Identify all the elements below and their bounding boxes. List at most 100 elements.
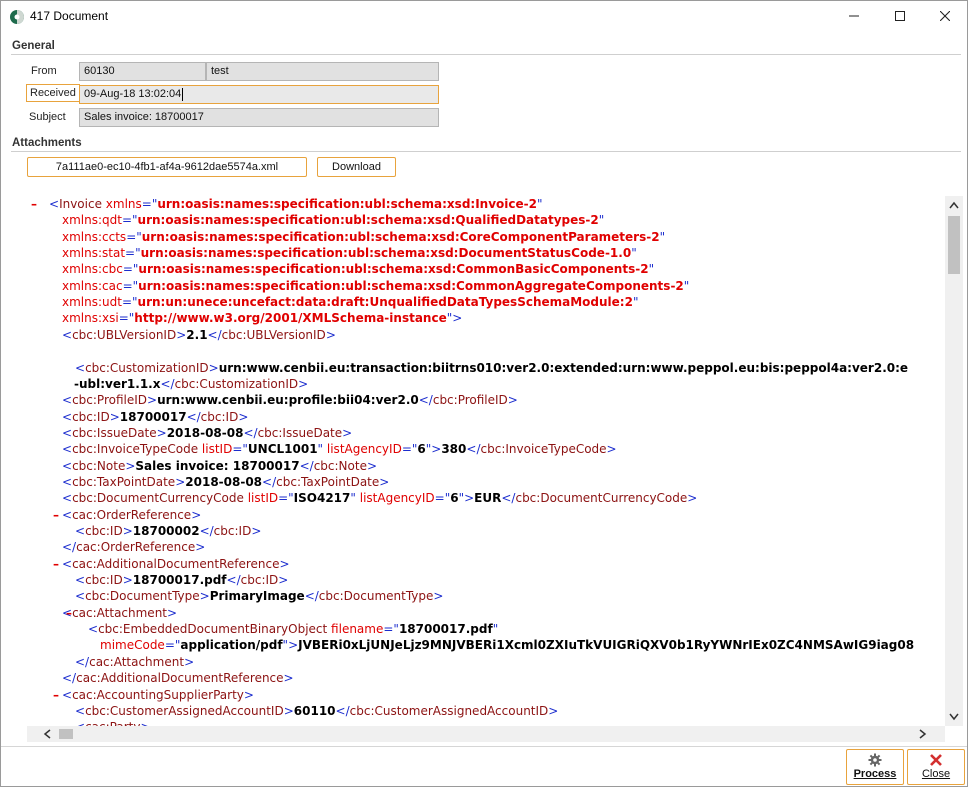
- xml-token: <: [75, 703, 86, 718]
- general-divider: [11, 54, 961, 55]
- xml-line: mimeCode="application/pdf">JVBERi0xLjUNJ…: [100, 637, 914, 653]
- xml-token: cac:AdditionalDocumentReference: [76, 671, 284, 686]
- xml-token: urn:oasis:names:specification:ubl:schema…: [137, 213, 599, 228]
- document-window: 417 Document General From 60130 test Rec…: [0, 0, 968, 787]
- vertical-scroll-thumb[interactable]: [948, 216, 960, 274]
- xml-collapse-toggle[interactable]: –: [51, 556, 61, 572]
- chevron-up-icon: [949, 201, 959, 209]
- from-code-field[interactable]: 60130: [79, 62, 206, 81]
- xml-token: cac:AdditionalDocumentReference: [72, 556, 280, 571]
- xml-token: <: [62, 458, 73, 473]
- xml-collapse-toggle[interactable]: –: [29, 196, 39, 212]
- xml-token: <: [62, 491, 73, 506]
- xml-token: ": [659, 229, 666, 244]
- xml-collapse-toggle[interactable]: –: [51, 507, 61, 523]
- xml-line: <cbc:CustomerAssignedAccountID>60110</cb…: [75, 703, 558, 719]
- subject-label: Subject: [29, 111, 66, 123]
- process-button[interactable]: Process: [846, 749, 904, 785]
- maximize-button[interactable]: [877, 1, 923, 31]
- xml-token: >: [507, 393, 518, 408]
- xml-token: cbc:Note: [313, 458, 367, 473]
- xml-token: 18700017: [119, 409, 187, 424]
- xml-token: =": [383, 622, 399, 637]
- xml-token: </: [243, 425, 258, 440]
- horizontal-scroll-thumb[interactable]: [59, 729, 73, 739]
- window-close-button[interactable]: [922, 1, 968, 31]
- xml-token: =": [121, 213, 138, 228]
- xml-token: =": [401, 442, 418, 457]
- xml-token: xmlns:cac: [62, 278, 123, 293]
- xml-token: cbc:UBLVersionID: [72, 327, 177, 342]
- xml-token: >: [548, 703, 559, 718]
- xml-token: listAgencyID: [355, 491, 435, 506]
- xml-token: >: [122, 573, 133, 588]
- xml-token: =": [118, 311, 135, 326]
- xml-token: cbc:EmbeddedDocumentBinaryObject: [98, 622, 328, 637]
- title-bar[interactable]: 417 Document: [1, 1, 967, 31]
- xml-token: UNCL1001: [247, 442, 318, 457]
- footer-divider: [1, 746, 967, 747]
- received-label: Received: [26, 84, 80, 102]
- xml-token: application/pdf: [180, 638, 283, 653]
- xml-token: <: [75, 524, 86, 538]
- scroll-right-button[interactable]: [915, 726, 931, 742]
- xml-token: =": [232, 442, 248, 457]
- xml-token: 6: [450, 491, 459, 506]
- xml-token: ">: [458, 491, 475, 506]
- subject-field[interactable]: Sales invoice: 18700017: [79, 108, 439, 127]
- xml-token: EUR: [474, 491, 502, 506]
- xml-collapse-toggle[interactable]: –: [64, 605, 74, 621]
- scroll-up-button[interactable]: [945, 196, 963, 214]
- horizontal-scrollbar[interactable]: [27, 726, 945, 742]
- xml-token: ": [492, 622, 499, 637]
- xml-token: cac:Attachment: [89, 654, 185, 669]
- scroll-left-button[interactable]: [39, 726, 55, 742]
- xml-line: xmlns:ccts="urn:oasis:names:specificatio…: [62, 229, 665, 245]
- xml-token: >: [175, 474, 186, 489]
- close-button[interactable]: Close: [907, 749, 965, 785]
- xml-line: <cac:Party>: [75, 719, 151, 726]
- xml-token: ": [598, 213, 605, 228]
- xml-token: cbc:InvoiceTypeCode: [72, 442, 199, 457]
- xml-token: </: [335, 703, 350, 718]
- xml-token: urn:www.cenbii.eu:profile:bii04:ver2.0: [157, 393, 419, 408]
- xml-token: ISO4217: [293, 491, 351, 506]
- xml-collapse-toggle[interactable]: –: [51, 687, 61, 703]
- xml-token: urn:oasis:names:specification:ubl:schema…: [138, 278, 684, 293]
- received-field[interactable]: 09-Aug-18 13:02:04: [79, 85, 439, 104]
- xml-token: </: [62, 671, 77, 686]
- minimize-button[interactable]: [831, 1, 877, 31]
- xml-token: cac:AccountingSupplierParty: [72, 687, 244, 702]
- xml-token: cbc:TaxPointDate: [72, 474, 176, 489]
- maximize-icon: [895, 11, 905, 21]
- xml-line: xmlns:udt="urn:un:unece:uncefact:data:dr…: [62, 294, 638, 310]
- xml-token: 18700017.pdf: [132, 573, 227, 588]
- xml-line: <cbc:DocumentType>PrimaryImage</cbc:Docu…: [75, 588, 443, 604]
- xml-line: <cbc:ID>18700002</cbc:ID>: [75, 523, 261, 539]
- xml-collapse-toggle[interactable]: –: [64, 719, 74, 726]
- xml-line: <cac:Attachment>: [62, 605, 177, 621]
- xml-token: cbc:DocumentCurrencyCode: [72, 491, 244, 506]
- xml-token: >: [199, 589, 210, 604]
- from-name-field[interactable]: test: [206, 62, 439, 81]
- xml-token: >: [366, 458, 378, 473]
- xml-token: cbc:CustomizationID: [174, 376, 299, 391]
- xml-token: <: [62, 393, 73, 408]
- xml-token: =": [434, 491, 451, 506]
- xml-token: </: [262, 474, 277, 489]
- attachment-file-button[interactable]: 7a111ae0-ec10-4fb1-af4a-9612dae5574a.xml: [27, 157, 307, 177]
- scroll-down-button[interactable]: [945, 708, 963, 726]
- xml-line: xmlns:cbc="urn:oasis:names:specification…: [62, 261, 654, 277]
- xml-token: ": [631, 246, 637, 261]
- download-button[interactable]: Download: [317, 157, 396, 177]
- xml-token: <: [62, 442, 73, 457]
- xml-token: </: [501, 491, 516, 506]
- xml-viewer[interactable]: <Invoice xmlns="urn:oasis:names:specific…: [27, 184, 963, 742]
- xml-line: </cac:Attachment>: [75, 654, 194, 670]
- xml-token: cbc:UBLVersionID: [221, 327, 326, 342]
- xml-token: <: [62, 409, 73, 424]
- vertical-scrollbar[interactable]: [945, 196, 963, 726]
- xml-token: >: [238, 409, 249, 424]
- app-logo-icon: [10, 10, 24, 24]
- xml-token: cac:OrderReference: [76, 540, 196, 555]
